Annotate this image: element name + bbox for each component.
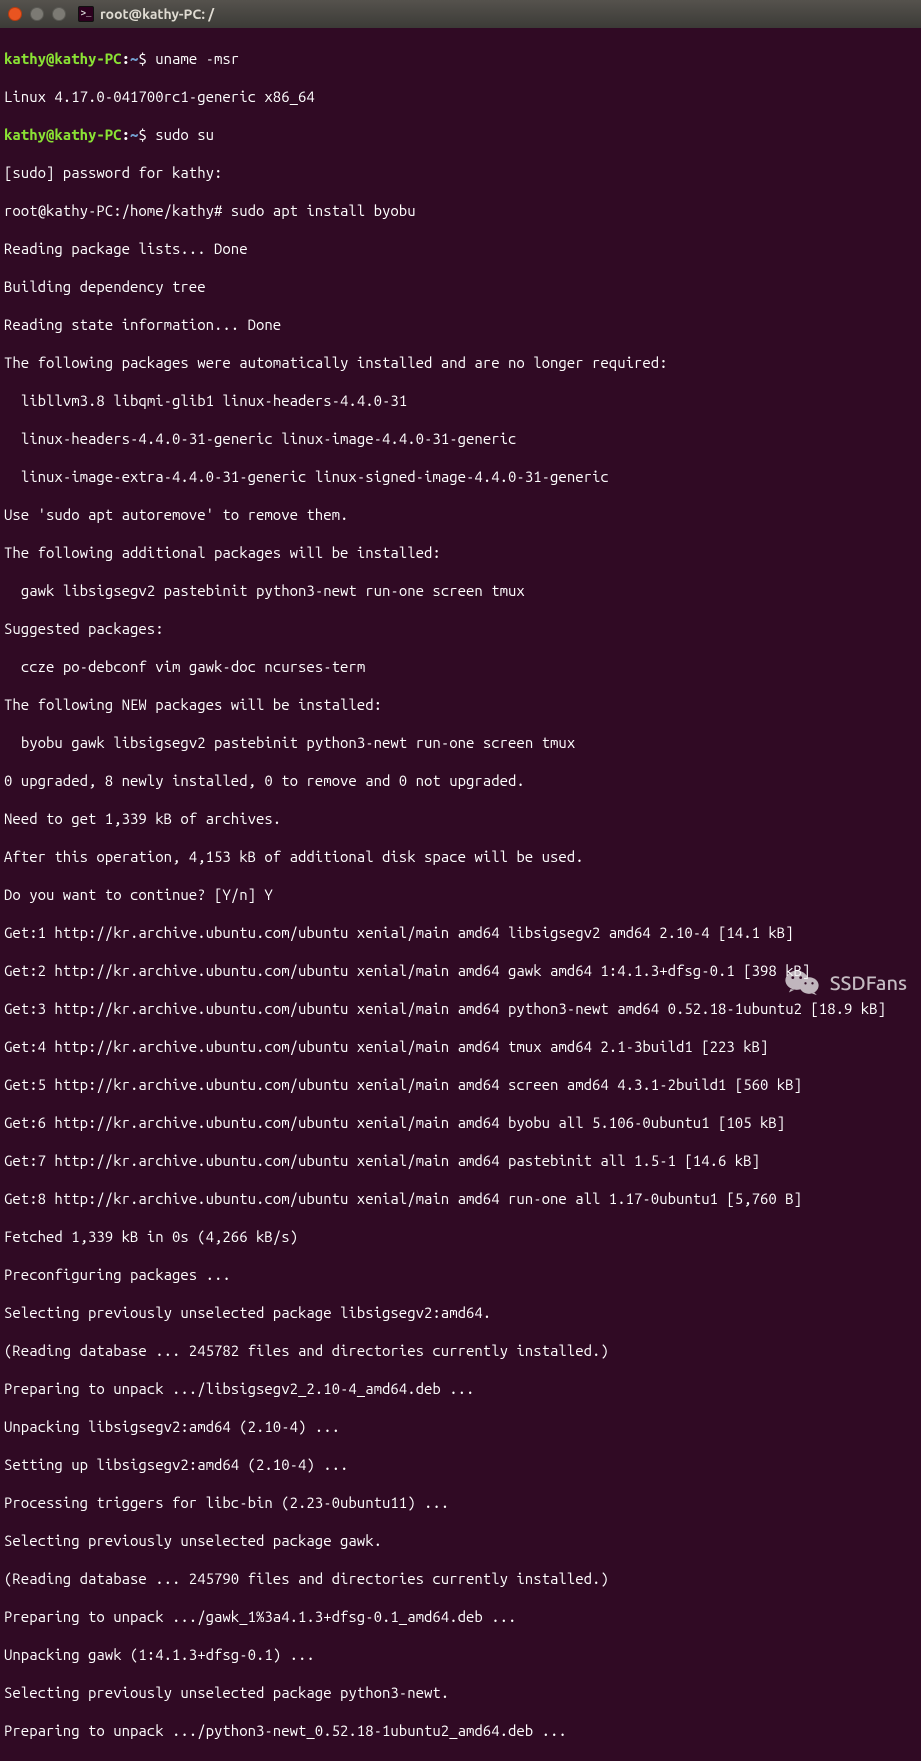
output-line: The following additional packages will b…	[4, 543, 917, 562]
output-line: Preconfiguring packages ...	[4, 1265, 917, 1284]
output-line: Suggested packages:	[4, 619, 917, 638]
window-buttons	[8, 7, 66, 21]
output-line: Fetched 1,339 kB in 0s (4,266 kB/s)	[4, 1227, 917, 1246]
output-line: The following packages were automaticall…	[4, 353, 917, 372]
output-line: Linux 4.17.0-041700rc1-generic x86_64	[4, 87, 917, 106]
output-line: (Reading database ... 245790 files and d…	[4, 1569, 917, 1588]
output-line: Reading state information... Done	[4, 315, 917, 334]
prompt-userhost: kathy@kathy-PC	[4, 126, 122, 143]
terminal-output[interactable]: kathy@kathy-PC:~$ uname -msr Linux 4.17.…	[0, 28, 921, 1761]
minimize-window-button[interactable]	[30, 7, 44, 21]
window-title: root@kathy-PC: /	[100, 5, 214, 24]
output-line: The following NEW packages will be insta…	[4, 695, 917, 714]
output-line: linux-image-extra-4.4.0-31-generic linux…	[4, 467, 917, 486]
command-text: uname -msr	[155, 50, 239, 67]
prompt-symbol: $	[138, 50, 146, 67]
maximize-window-button[interactable]	[52, 7, 66, 21]
output-line: Get:3 http://kr.archive.ubuntu.com/ubunt…	[4, 999, 917, 1018]
output-line: Do you want to continue? [Y/n] Y	[4, 885, 917, 904]
prompt-colon: :	[122, 126, 130, 143]
output-line: Preparing to unpack .../gawk_1%3a4.1.3+d…	[4, 1607, 917, 1626]
command-text: sudo su	[155, 126, 214, 143]
output-line: Unpacking gawk (1:4.1.3+dfsg-0.1) ...	[4, 1645, 917, 1664]
output-line: Get:2 http://kr.archive.ubuntu.com/ubunt…	[4, 961, 917, 980]
output-line: Selecting previously unselected package …	[4, 1303, 917, 1322]
output-line: Preparing to unpack .../python3-newt_0.5…	[4, 1721, 917, 1740]
prompt-line: kathy@kathy-PC:~$ uname -msr	[4, 49, 917, 68]
output-line: Processing triggers for libc-bin (2.23-0…	[4, 1493, 917, 1512]
output-line: Get:4 http://kr.archive.ubuntu.com/ubunt…	[4, 1037, 917, 1056]
output-line: byobu gawk libsigsegv2 pastebinit python…	[4, 733, 917, 752]
prompt-symbol: $	[138, 126, 146, 143]
output-line: Get:5 http://kr.archive.ubuntu.com/ubunt…	[4, 1075, 917, 1094]
prompt-colon: :	[122, 50, 130, 67]
output-line: Preparing to unpack .../libsigsegv2_2.10…	[4, 1379, 917, 1398]
output-line: Get:6 http://kr.archive.ubuntu.com/ubunt…	[4, 1113, 917, 1132]
output-line: After this operation, 4,153 kB of additi…	[4, 847, 917, 866]
output-line: linux-headers-4.4.0-31-generic linux-ima…	[4, 429, 917, 448]
output-line: ccze po-debconf vim gawk-doc ncurses-ter…	[4, 657, 917, 676]
window-titlebar: >_ root@kathy-PC: /	[0, 0, 921, 28]
output-line: [sudo] password for kathy:	[4, 163, 917, 182]
close-window-button[interactable]	[8, 7, 22, 21]
terminal-icon: >_	[78, 6, 94, 22]
output-line: Need to get 1,339 kB of archives.	[4, 809, 917, 828]
prompt-userhost: kathy@kathy-PC	[4, 50, 122, 67]
root-prompt-line: root@kathy-PC:/home/kathy# sudo apt inst…	[4, 201, 917, 220]
output-line: gawk libsigsegv2 pastebinit python3-newt…	[4, 581, 917, 600]
output-line: Unpacking libsigsegv2:amd64 (2.10-4) ...	[4, 1417, 917, 1436]
output-line: Selecting previously unselected package …	[4, 1531, 917, 1550]
output-line: 0 upgraded, 8 newly installed, 0 to remo…	[4, 771, 917, 790]
output-line: Use 'sudo apt autoremove' to remove them…	[4, 505, 917, 524]
output-line: (Reading database ... 245782 files and d…	[4, 1341, 917, 1360]
output-line: Reading package lists... Done	[4, 239, 917, 258]
output-line: Building dependency tree	[4, 277, 917, 296]
output-line: Get:1 http://kr.archive.ubuntu.com/ubunt…	[4, 923, 917, 942]
output-line: Get:8 http://kr.archive.ubuntu.com/ubunt…	[4, 1189, 917, 1208]
output-line: Get:7 http://kr.archive.ubuntu.com/ubunt…	[4, 1151, 917, 1170]
output-line: libllvm3.8 libqmi-glib1 linux-headers-4.…	[4, 391, 917, 410]
output-line: Selecting previously unselected package …	[4, 1683, 917, 1702]
prompt-line: kathy@kathy-PC:~$ sudo su	[4, 125, 917, 144]
output-line: Setting up libsigsegv2:amd64 (2.10-4) ..…	[4, 1455, 917, 1474]
